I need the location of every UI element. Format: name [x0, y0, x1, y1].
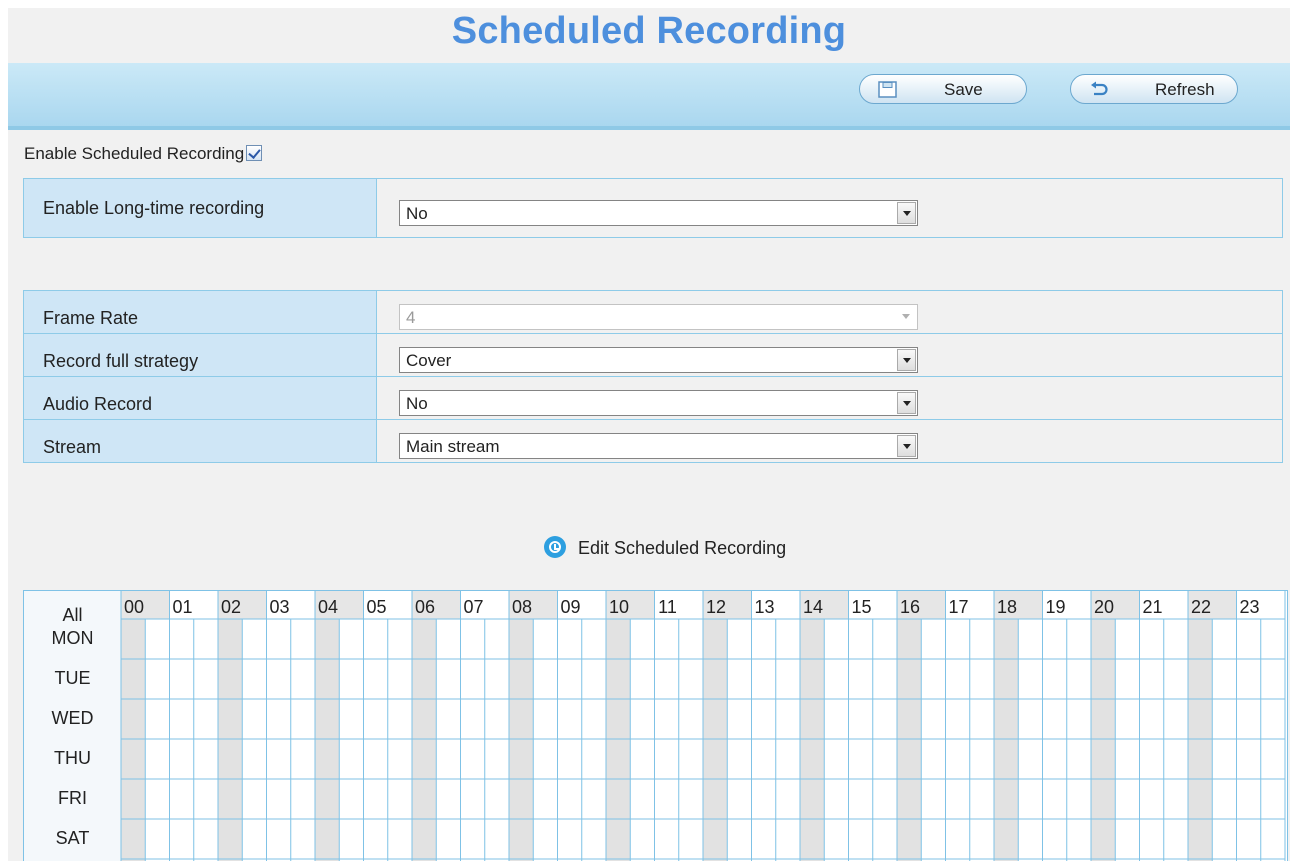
hour-label[interactable]: 03 [268, 597, 292, 618]
day-label[interactable]: THU [24, 748, 121, 769]
day-label[interactable]: MON [24, 628, 121, 649]
audio-label: Audio Record [23, 376, 377, 420]
hour-label[interactable]: 07 [462, 597, 486, 618]
long-time-table: Enable Long-time recording No [23, 178, 1283, 238]
stream-value: Main stream [406, 437, 500, 456]
edit-scheduled-recording-link[interactable]: Edit Scheduled Recording [544, 536, 787, 560]
day-label[interactable]: WED [24, 708, 121, 729]
hour-label[interactable]: 17 [947, 597, 971, 618]
long-time-label: Enable Long-time recording [23, 178, 377, 238]
shaded-half-hour [218, 619, 243, 861]
shaded-half-hour [412, 619, 437, 861]
stream-select[interactable]: Main stream [399, 433, 918, 459]
shaded-half-hour [1091, 619, 1116, 861]
save-label: Save [944, 80, 983, 99]
hour-label[interactable]: 06 [413, 597, 437, 618]
full-strategy-label: Record full strategy [23, 333, 377, 377]
frame-rate-label: Frame Rate [23, 290, 377, 334]
page-title: Scheduled Recording [451, 10, 847, 52]
shaded-half-hour [315, 619, 340, 861]
shaded-half-hour [121, 619, 146, 861]
day-label[interactable]: SAT [24, 828, 121, 849]
refresh-icon [1091, 81, 1108, 96]
frame-rate-row: Frame Rate 4 [23, 290, 1283, 334]
chevron-down-icon [897, 349, 916, 371]
day-label[interactable]: FRI [24, 788, 121, 809]
hour-label[interactable]: 14 [801, 597, 825, 618]
all-days-button[interactable]: All [24, 605, 121, 626]
chevron-down-icon [897, 435, 916, 457]
hour-label[interactable]: 01 [171, 597, 195, 618]
enable-scheduled-label: Enable Scheduled Recording [24, 144, 245, 163]
long-time-row: Enable Long-time recording No [23, 178, 1283, 238]
scheduled-recording-page: Scheduled Recording Save Refresh Enable … [8, 8, 1290, 861]
stream-row: Stream Main stream [23, 419, 1283, 463]
shaded-half-hour [897, 619, 922, 861]
audio-value: No [406, 394, 428, 413]
full-strategy-value: Cover [406, 351, 452, 370]
hour-label[interactable]: 19 [1044, 597, 1068, 618]
full-strategy-select[interactable]: Cover [399, 347, 918, 373]
hour-label[interactable]: 09 [559, 597, 583, 618]
chevron-down-icon [897, 202, 916, 224]
audio-select[interactable]: No [399, 390, 918, 416]
enable-scheduled-recording: Enable Scheduled Recording [24, 144, 263, 164]
recording-settings-table: Frame Rate 4 Record full strategy Cover … [23, 290, 1283, 463]
long-time-select[interactable]: No [399, 200, 918, 226]
hour-label[interactable]: 16 [898, 597, 922, 618]
hour-label[interactable]: 12 [704, 597, 728, 618]
day-label[interactable]: TUE [24, 668, 121, 689]
frame-rate-select: 4 [399, 304, 918, 330]
shaded-half-hour [509, 619, 534, 861]
edit-scheduled-label: Edit Scheduled Recording [578, 538, 787, 558]
shaded-half-hour [703, 619, 728, 861]
hour-label[interactable]: 18 [995, 597, 1019, 618]
shaded-half-hour [606, 619, 631, 861]
stream-label: Stream [23, 419, 377, 463]
shaded-half-hour [800, 619, 825, 861]
schedule-grid-lines[interactable] [24, 591, 1289, 861]
audio-row: Audio Record No [23, 376, 1283, 420]
hour-label[interactable]: 10 [607, 597, 631, 618]
chevron-down-icon [897, 306, 916, 328]
long-time-value: No [406, 204, 428, 223]
save-icon [878, 81, 897, 98]
shaded-half-hour [994, 619, 1019, 861]
hour-label[interactable]: 08 [510, 597, 534, 618]
hour-label[interactable]: 05 [365, 597, 389, 618]
schedule-grid[interactable]: All 00 01 02 03 04 05 06 07 08 09 10 11 12 13 14 15 16 17… [23, 590, 1288, 861]
refresh-label: Refresh [1155, 80, 1215, 99]
hour-label[interactable]: 22 [1189, 597, 1213, 618]
enable-scheduled-checkbox[interactable] [246, 144, 263, 161]
hour-label[interactable]: 15 [850, 597, 874, 618]
hour-label[interactable]: 13 [753, 597, 777, 618]
frame-rate-value: 4 [406, 308, 416, 327]
hour-label[interactable]: 20 [1092, 597, 1116, 618]
full-strategy-row: Record full strategy Cover [23, 333, 1283, 377]
clock-icon [544, 536, 566, 559]
hour-label[interactable]: 02 [219, 597, 243, 618]
hour-label[interactable]: 00 [122, 597, 146, 618]
hour-label[interactable]: 11 [656, 597, 680, 618]
save-button[interactable]: Save [859, 74, 1027, 104]
chevron-down-icon [897, 392, 916, 414]
refresh-button[interactable]: Refresh [1070, 74, 1238, 104]
hour-label[interactable]: 21 [1141, 597, 1165, 618]
hour-label[interactable]: 23 [1238, 597, 1262, 618]
hour-label[interactable]: 04 [316, 597, 340, 618]
shaded-half-hour [1188, 619, 1213, 861]
